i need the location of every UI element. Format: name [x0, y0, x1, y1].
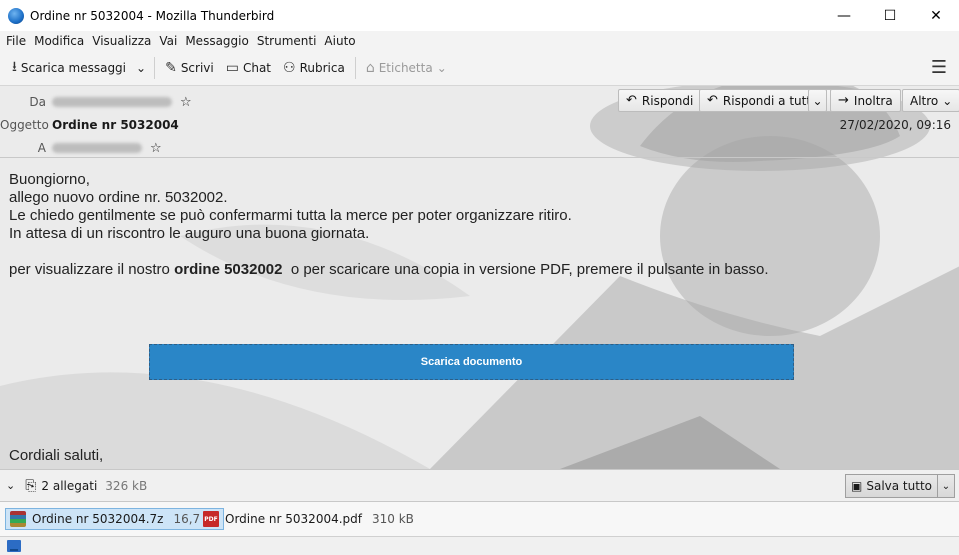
address-book-label: Rubrica: [299, 61, 345, 75]
write-button[interactable]: ✎ Scrivi: [159, 55, 220, 81]
maximize-button[interactable]: ☐: [867, 0, 913, 31]
save-all-button-group: ▣ Salva tutto ⌄: [845, 474, 955, 498]
to-row: A ☆: [0, 137, 162, 159]
header-divider: [0, 157, 959, 158]
menu-view[interactable]: Visualizza: [90, 34, 157, 48]
minimize-button[interactable]: —: [821, 0, 867, 31]
forward-button[interactable]: → Inoltra: [830, 89, 901, 112]
attachment-item-7z[interactable]: Ordine nr 5032004.7z 16,7 kB: [5, 508, 225, 530]
body-line-2: Le chiedo gentilmente se può confermarmi…: [9, 207, 572, 224]
attachment-item-pdf[interactable]: PDF Ordine nr 5032004.pdf 310 kB: [199, 508, 418, 530]
body-line-4-suffix: o per scaricare una copia in versione PD…: [282, 261, 769, 278]
app-menu-icon[interactable]: ☰: [931, 57, 947, 78]
get-messages-label: Scarica messaggi: [20, 61, 127, 75]
attachment-name: Ordine nr 5032004.pdf: [225, 512, 362, 526]
attachment-size: 310 kB: [372, 512, 414, 526]
chevron-down-icon: ⌄: [436, 61, 447, 75]
pdf-file-icon: PDF: [203, 511, 219, 527]
from-label: Da: [29, 95, 46, 109]
get-messages-dropdown[interactable]: ⌄: [132, 55, 150, 81]
get-messages-button[interactable]: ⭳ Scarica messaggi: [6, 55, 132, 81]
attachment-name: Ordine nr 5032004.7z: [32, 512, 164, 526]
more-button[interactable]: Altro ⌄: [902, 89, 959, 112]
subject-text: Ordine nr 5032004: [52, 118, 179, 132]
more-label: Altro: [910, 93, 939, 108]
body-line-1: allego nuovo ordine nr. 5032002.: [9, 189, 228, 206]
chevron-down-icon: ⌄: [941, 480, 951, 492]
chat-button[interactable]: ▭ Chat: [220, 55, 277, 81]
reply-all-dropdown[interactable]: ⌄: [808, 89, 827, 112]
main-toolbar: ⭳ Scarica messaggi ⌄ ✎ Scrivi ▭ Chat ⚇ R…: [0, 51, 959, 86]
save-all-button[interactable]: ▣ Salva tutto: [846, 475, 938, 497]
star-icon[interactable]: ☆: [150, 141, 162, 156]
tag-label: Etichetta: [378, 61, 433, 75]
status-bar: [0, 536, 959, 555]
chat-bubble-icon: ▭: [225, 60, 239, 76]
forward-arrow-icon: →: [838, 93, 849, 108]
order-number-bold: ordine 5032002: [174, 261, 283, 278]
chevron-down-icon: ⌄: [812, 93, 823, 108]
message-pane: Da ☆ Oggetto Ordine nr 5032004 A ☆ 27/02…: [0, 86, 959, 469]
reply-button[interactable]: ↶ Rispondi: [618, 89, 702, 112]
attachments-bar: ⌄ ⎘ 2 allegati 326 kB ▣ Salva tutto ⌄: [0, 469, 959, 502]
reply-all-label: Rispondi a tutti: [722, 93, 815, 108]
from-row: Da ☆: [0, 91, 192, 113]
download-document-button[interactable]: Scarica documento: [149, 344, 794, 380]
attachment-list: Ordine nr 5032004.7z 16,7 kB PDF Ordine …: [0, 502, 959, 536]
recipient-address-redacted[interactable]: [52, 143, 142, 153]
title-bar: Ordine nr 5032004 - Mozilla Thunderbird …: [0, 0, 959, 31]
contacts-icon: ⚇: [283, 60, 296, 76]
body-line-4: per visualizzare il nostro ordine 503200…: [9, 261, 769, 279]
subject-row: Oggetto Ordine nr 5032004: [0, 114, 179, 136]
online-status-icon[interactable]: [7, 540, 21, 552]
message-date: 27/02/2020, 09:16: [839, 118, 951, 132]
pencil-icon: ✎: [165, 60, 177, 76]
write-label: Scrivi: [180, 61, 214, 75]
thunderbird-logo-icon: [8, 7, 24, 24]
chevron-down-icon: ⌄: [942, 93, 953, 108]
menu-edit[interactable]: Modifica: [32, 34, 90, 48]
archive-file-icon: [10, 511, 26, 527]
attachments-count[interactable]: 2 allegati: [41, 479, 97, 493]
download-mail-icon: ⭳: [12, 59, 17, 75]
body-line-4-prefix: per visualizzare il nostro: [9, 261, 175, 278]
expand-toggle-icon[interactable]: ⌄: [6, 479, 15, 492]
tag-icon: ⌂: [365, 60, 375, 76]
window-title: Ordine nr 5032004 - Mozilla Thunderbird: [30, 8, 275, 23]
save-all-label: Salva tutto: [866, 479, 932, 493]
attachments-total-size: 326 kB: [105, 478, 148, 493]
sign-off-line: Cordiali saluti,: [9, 447, 104, 464]
reply-icon: ↶: [626, 93, 637, 108]
to-label: A: [37, 141, 46, 155]
chat-label: Chat: [242, 61, 272, 75]
toolbar-divider: [154, 57, 156, 79]
star-icon[interactable]: ☆: [180, 95, 192, 110]
close-button[interactable]: ✕: [913, 0, 959, 31]
forward-label: Inoltra: [853, 93, 893, 108]
reply-all-icon: ↶: [707, 93, 718, 108]
paperclip-icon: ⎘: [25, 477, 37, 494]
toolbar-divider: [354, 57, 356, 79]
menu-tools[interactable]: Strumenti: [255, 34, 323, 48]
menu-message[interactable]: Messaggio: [183, 34, 255, 48]
menu-file[interactable]: File: [4, 34, 32, 48]
reply-label: Rispondi: [641, 93, 694, 108]
menu-bar: File Modifica Visualizza Vai Messaggio S…: [0, 31, 959, 51]
message-body: Buongiorno, allego nuovo ordine nr. 5032…: [9, 171, 769, 279]
menu-help[interactable]: Aiuto: [322, 34, 361, 48]
chevron-down-icon: ⌄: [136, 61, 147, 75]
body-line-3: In attesa di un riscontro le auguro una …: [9, 225, 370, 242]
menu-go[interactable]: Vai: [157, 34, 183, 48]
sender-address-redacted[interactable]: [52, 97, 172, 107]
save-all-dropdown[interactable]: ⌄: [938, 475, 954, 497]
floppy-disk-icon: ▣: [851, 479, 863, 493]
address-book-button[interactable]: ⚇ Rubrica: [277, 55, 351, 81]
tag-button[interactable]: ⌂ Etichetta ⌄: [360, 55, 453, 81]
subject-label: Oggetto: [0, 118, 49, 132]
greeting-line: Buongiorno,: [9, 171, 90, 188]
